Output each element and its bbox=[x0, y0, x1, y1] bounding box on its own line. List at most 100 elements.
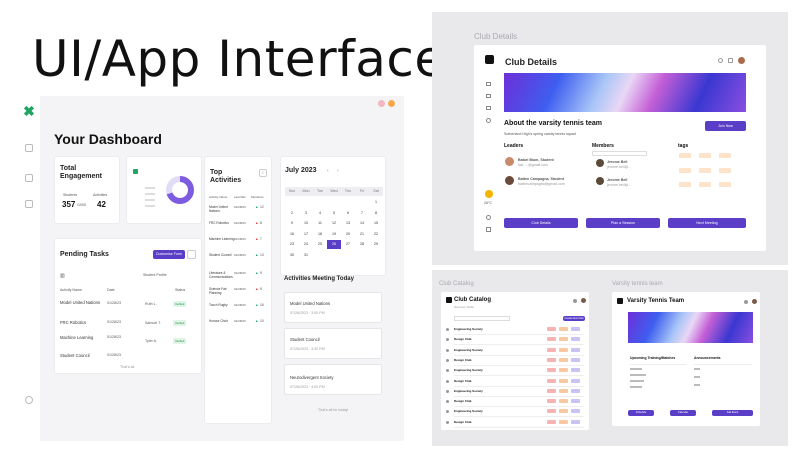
catalog-row[interactable]: Design Club bbox=[441, 398, 589, 408]
status-chip[interactable] bbox=[571, 368, 580, 373]
status-chip[interactable] bbox=[571, 357, 580, 362]
tag-chip[interactable] bbox=[699, 182, 711, 187]
settings-icon[interactable] bbox=[25, 396, 33, 404]
calendar-day[interactable]: 28 bbox=[355, 240, 369, 249]
status-chip[interactable] bbox=[559, 337, 568, 342]
status-chip[interactable] bbox=[547, 419, 556, 424]
status-chip[interactable] bbox=[571, 388, 580, 393]
meeting-card[interactable]: Neurodivergent Society 07/26/2023 · 4:00… bbox=[284, 364, 382, 395]
catalog-row[interactable]: Design Club bbox=[441, 336, 589, 346]
calendar-day[interactable]: 30 bbox=[285, 251, 299, 260]
calendar-day[interactable]: 24 bbox=[299, 240, 313, 249]
status-chip[interactable] bbox=[559, 419, 568, 424]
calendar-day[interactable]: 19 bbox=[327, 230, 341, 239]
top-activity-row[interactable]: Student Council 01/28/23 ▲ 13 bbox=[205, 253, 271, 267]
status-chip[interactable] bbox=[547, 337, 556, 342]
status-chip[interactable] bbox=[547, 368, 556, 373]
catalog-search-input[interactable] bbox=[454, 316, 510, 321]
status-chip[interactable] bbox=[559, 347, 568, 352]
status-chip[interactable] bbox=[559, 378, 568, 383]
create-club-button[interactable]: Create New Club bbox=[563, 316, 585, 321]
top-activity-row[interactable]: Model United Nations 01/28/23 ▲ 12 bbox=[205, 205, 271, 219]
tag-chip[interactable] bbox=[719, 168, 731, 173]
top-activity-row[interactable]: FRC Robotics 01/28/23 ▲ 8 bbox=[205, 221, 271, 235]
next-meeting-button[interactable]: Next Meeting bbox=[668, 218, 746, 228]
calendar-day[interactable]: 22 bbox=[369, 230, 383, 239]
status-chip[interactable] bbox=[547, 347, 556, 352]
home-icon[interactable] bbox=[25, 144, 33, 152]
avatar[interactable] bbox=[581, 298, 586, 303]
status-chip[interactable] bbox=[547, 327, 556, 331]
top-activity-row[interactable]: Touch Rugby 01/28/23 ▲ 16 bbox=[205, 303, 271, 317]
calendar-day[interactable]: 31 bbox=[299, 251, 313, 260]
sidebar-calendar-icon[interactable] bbox=[486, 94, 491, 98]
calendar-day[interactable]: 20 bbox=[341, 230, 355, 239]
expand-icon[interactable]: ‹ bbox=[259, 169, 267, 177]
status-chip[interactable] bbox=[559, 327, 568, 331]
top-activity-row[interactable]: Machine Learning 01/28/23 ▲ 7 bbox=[205, 237, 271, 251]
calendar-day[interactable]: 11 bbox=[313, 219, 327, 228]
catalog-row[interactable]: Engineering Society bbox=[441, 388, 589, 398]
calendar-day[interactable]: 9 bbox=[285, 219, 299, 228]
calendar-day[interactable]: 27 bbox=[341, 240, 355, 249]
status-chip[interactable] bbox=[547, 378, 556, 383]
search-icon[interactable] bbox=[718, 58, 723, 63]
status-chip[interactable] bbox=[547, 409, 556, 414]
sidebar-list-icon[interactable] bbox=[486, 106, 491, 110]
status-chip[interactable] bbox=[547, 357, 556, 362]
tag-chip[interactable] bbox=[699, 168, 711, 173]
status-chip[interactable] bbox=[571, 409, 580, 414]
calendar-day[interactable]: 17 bbox=[299, 230, 313, 239]
schedule-button[interactable]: Schedule bbox=[628, 410, 654, 416]
calendar-day[interactable]: 8 bbox=[369, 209, 383, 218]
calendar-day[interactable]: 6 bbox=[341, 209, 355, 218]
status-chip[interactable] bbox=[559, 409, 568, 414]
calendar-day[interactable]: 18 bbox=[313, 230, 327, 239]
meeting-card[interactable]: Model United Nations 07/26/2023 · 3:00 P… bbox=[284, 292, 382, 323]
calendar-day[interactable]: 14 bbox=[355, 219, 369, 228]
bell-icon[interactable] bbox=[728, 58, 733, 63]
calendar-day[interactable]: 16 bbox=[285, 230, 299, 239]
add-event-button[interactable]: Add Event bbox=[712, 410, 753, 416]
catalog-row[interactable]: Engineering Society bbox=[441, 347, 589, 357]
calendar-day[interactable]: 26 bbox=[327, 240, 341, 249]
catalog-row[interactable]: Design Club bbox=[441, 419, 589, 429]
toggle-icon[interactable] bbox=[187, 250, 196, 259]
status-chip[interactable] bbox=[571, 327, 580, 331]
calendar-day[interactable]: 5 bbox=[327, 209, 341, 218]
calendar-day[interactable]: 13 bbox=[341, 219, 355, 228]
avatar[interactable] bbox=[752, 299, 757, 304]
tag-chip[interactable] bbox=[679, 153, 691, 158]
sidebar-home-icon[interactable] bbox=[486, 82, 491, 86]
join-now-button[interactable]: Join Now bbox=[705, 121, 746, 131]
calendar-day[interactable]: 25 bbox=[313, 240, 327, 249]
status-chip[interactable] bbox=[559, 388, 568, 393]
calendar-icon[interactable] bbox=[25, 200, 33, 208]
status-chip[interactable] bbox=[559, 357, 568, 362]
catalog-row[interactable]: Engineering Society bbox=[441, 408, 589, 418]
sidebar-clock-icon[interactable] bbox=[486, 118, 491, 123]
meeting-card[interactable]: Student Council 07/26/2023 · 3:30 PM bbox=[284, 328, 382, 359]
tag-chip[interactable] bbox=[719, 153, 731, 158]
member-search-input[interactable] bbox=[592, 151, 647, 156]
plan-session-button[interactable]: Plan a Session bbox=[586, 218, 660, 228]
status-chip[interactable] bbox=[547, 388, 556, 393]
calendar-day[interactable]: 7 bbox=[355, 209, 369, 218]
calendar-day[interactable]: 15 bbox=[369, 219, 383, 228]
bell-icon[interactable] bbox=[744, 300, 748, 304]
status-chip[interactable] bbox=[571, 378, 580, 383]
avatar[interactable] bbox=[388, 100, 395, 107]
status-chip[interactable] bbox=[547, 399, 556, 404]
catalog-row[interactable]: Engineering Society bbox=[441, 367, 589, 377]
status-chip[interactable] bbox=[559, 399, 568, 404]
calendar-day[interactable]: 2 bbox=[285, 209, 299, 218]
customise-form-button[interactable]: Customise Form bbox=[153, 250, 185, 259]
top-activity-row[interactable]: Literature & Communications 01/28/23 ▲ 9 bbox=[205, 271, 271, 285]
calendar-day[interactable]: 1 bbox=[369, 198, 383, 207]
calendar-day[interactable]: 4 bbox=[313, 209, 327, 218]
calendar-day[interactable]: 29 bbox=[369, 240, 383, 249]
settings-icon[interactable] bbox=[486, 215, 491, 220]
club-details-button[interactable]: Club Details bbox=[504, 218, 578, 228]
calendar-day[interactable]: 12 bbox=[327, 219, 341, 228]
top-activity-row[interactable]: Honour Choir 01/28/23 ▲ 10 bbox=[205, 319, 271, 333]
